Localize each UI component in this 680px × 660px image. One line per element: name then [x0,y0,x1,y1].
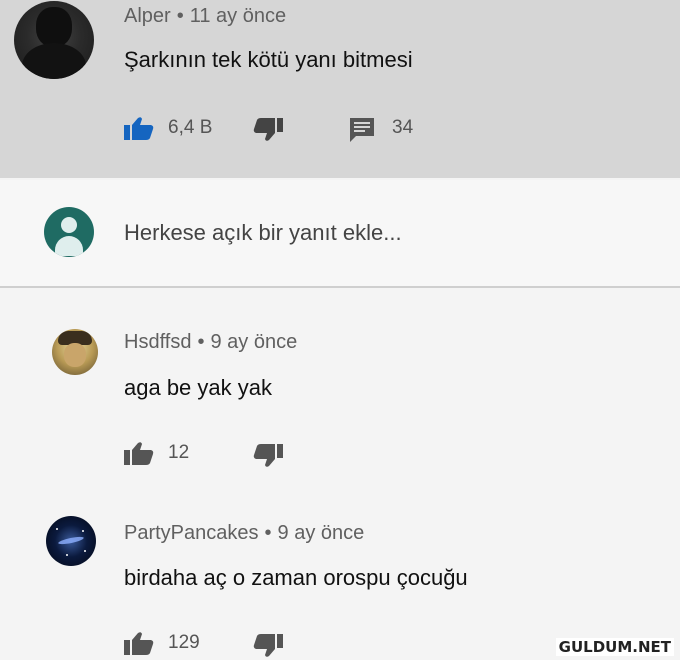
reply-author[interactable]: Hsdffsd [124,331,191,353]
dislike-icon[interactable] [253,444,283,468]
reply-time[interactable]: 9 ay önce [278,522,365,544]
user-avatar [44,207,94,257]
comment-author[interactable]: Alper [124,5,171,27]
reply-input[interactable]: Herkese açık bir yanıt ekle... [124,220,402,246]
avatar-silhouette [36,7,72,47]
like-icon[interactable] [124,441,154,465]
dislike-icon[interactable] [253,634,283,658]
meta-separator: • [264,522,272,544]
meta-separator: • [197,331,205,353]
comment-text: Şarkının tek kötü yanı bitmesi [124,47,413,72]
reply-meta: PartyPancakes • 9 ay önce [124,522,364,545]
alper-avatar[interactable] [14,1,94,79]
reply-meta: Hsdffsd • 9 ay önce [124,331,297,354]
like-count: 6,4 B [168,117,213,138]
partypancakes-avatar[interactable] [46,516,96,566]
like-icon[interactable] [124,116,154,140]
avatar-star [82,530,84,532]
reply-count: 34 [392,117,414,138]
reply-author[interactable]: PartyPancakes [124,522,259,544]
avatar-face [64,343,86,367]
reply-time[interactable]: 9 ay önce [210,331,297,353]
avatar-body [55,236,83,256]
avatar-galaxy [57,535,85,546]
like-count: 12 [168,442,190,463]
meta-separator: • [176,5,184,27]
avatar-star [84,550,86,552]
like-count: 129 [168,632,200,653]
dislike-icon[interactable] [253,118,283,142]
reply-text: birdaha aç o zaman orospu çocuğu [124,565,468,590]
avatar-star [66,554,68,556]
reply-text: aga be yak yak [124,375,272,400]
reply-divider [0,286,680,288]
avatar-head [61,217,77,233]
avatar-star [56,528,58,530]
comment-meta: Alper • 11 ay önce [124,5,286,28]
reply-comment-icon[interactable] [348,116,376,142]
like-icon[interactable] [124,631,154,655]
watermark-logo: GULDUM.NET [555,638,674,656]
main-comment: Alper • 11 ay önce Şarkının tek kötü yanı … [0,0,680,178]
hsdffsd-avatar[interactable] [52,329,98,375]
avatar-shoulders [22,43,86,79]
comment-time[interactable]: 11 ay önce [190,5,286,27]
